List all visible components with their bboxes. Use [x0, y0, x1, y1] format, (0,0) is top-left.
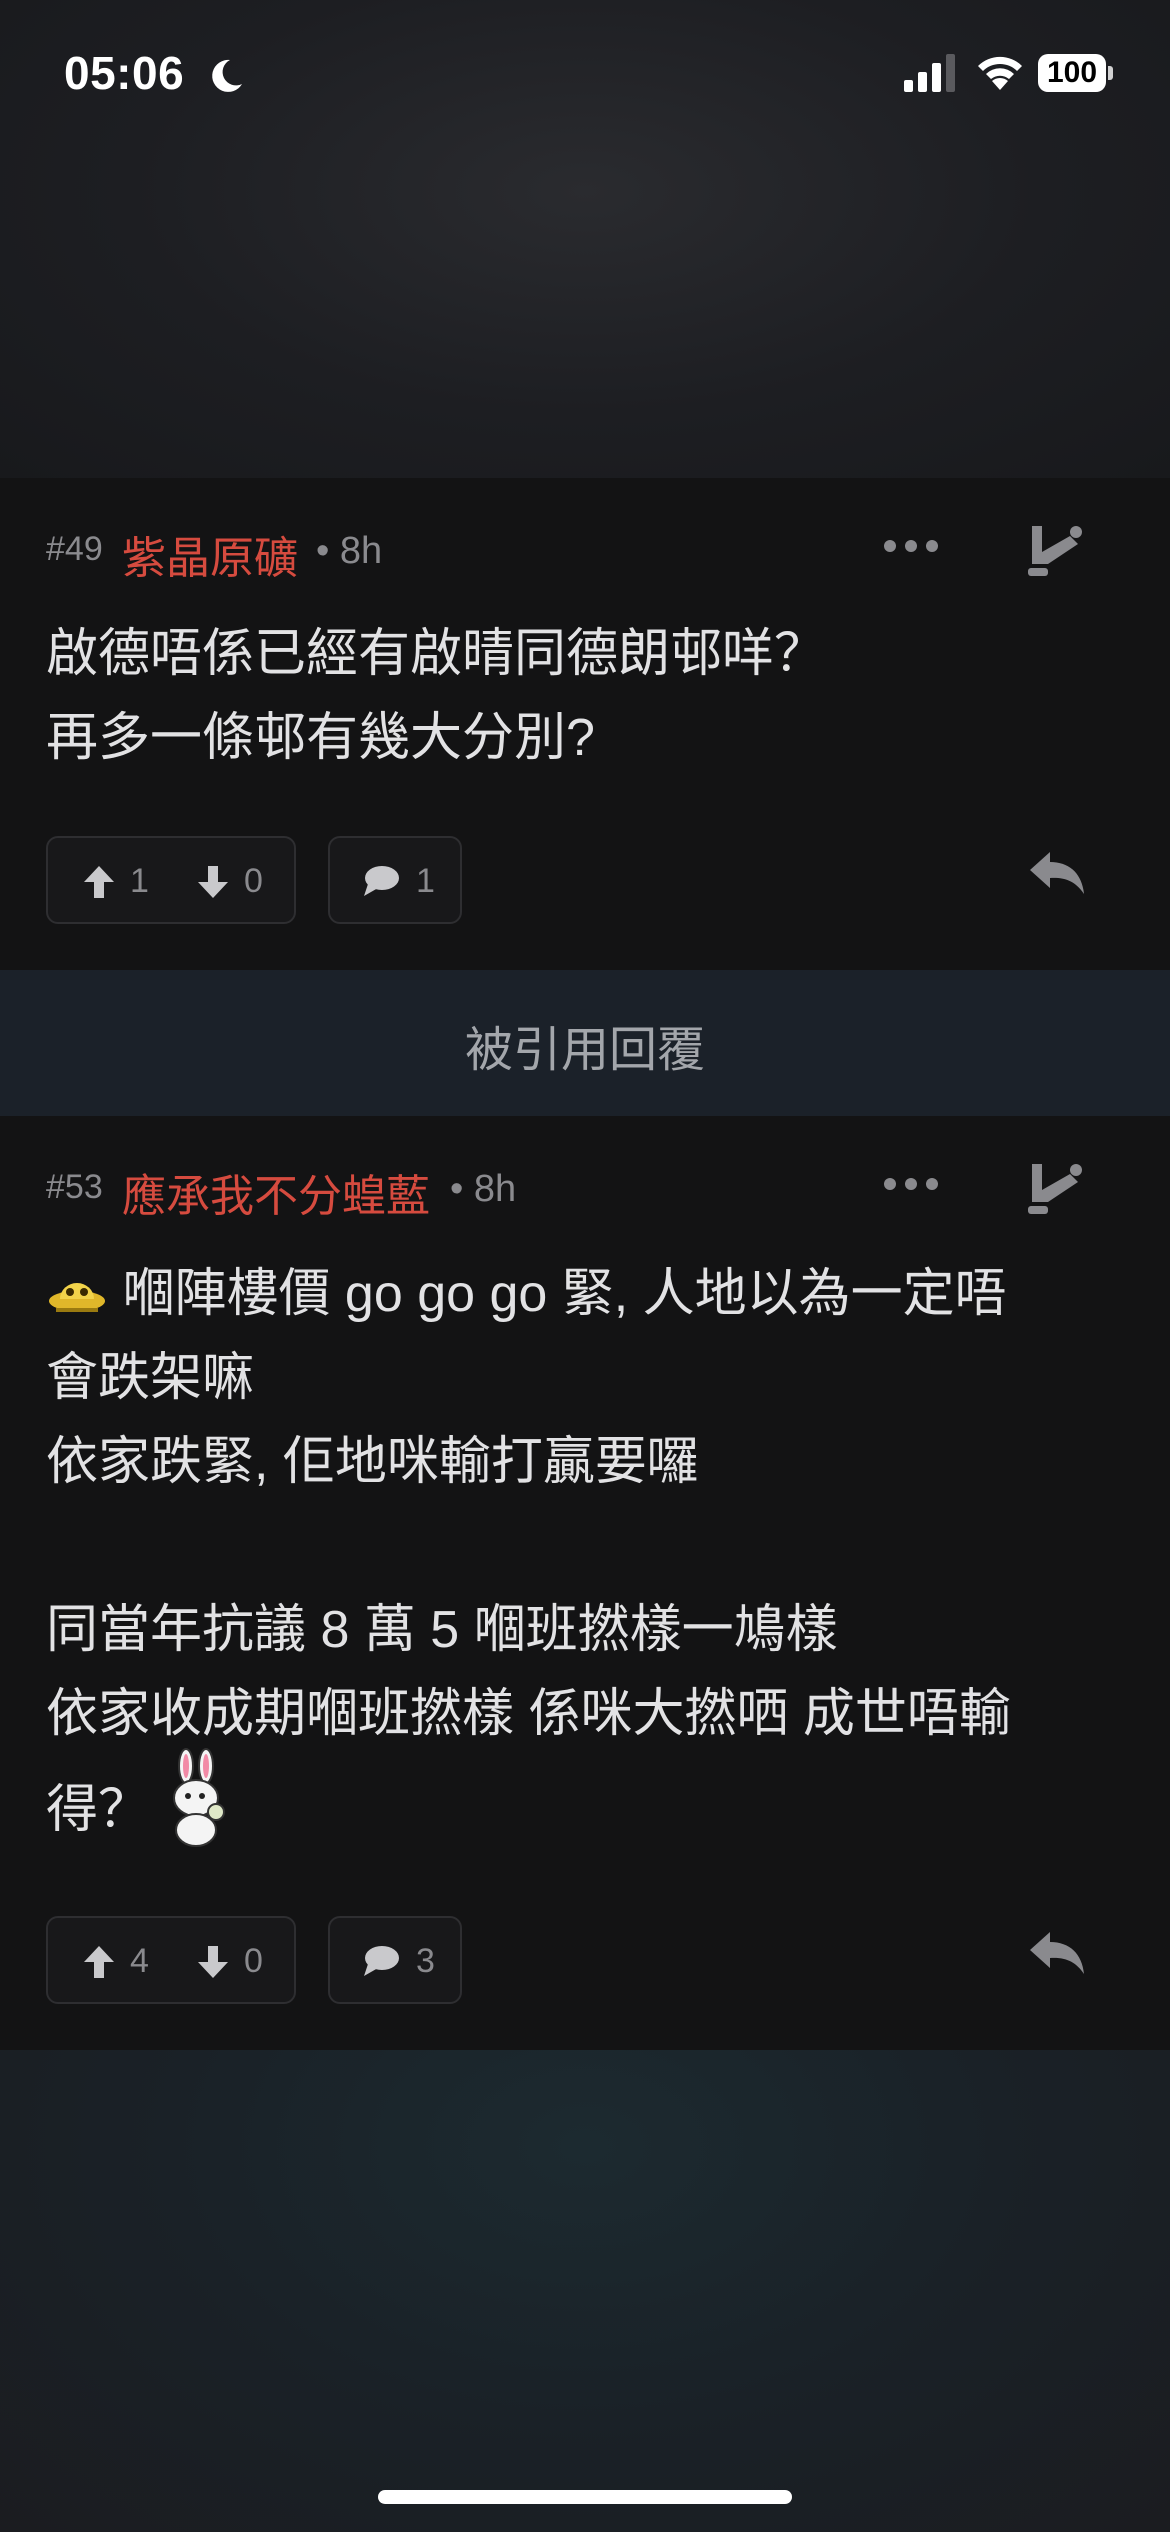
post-header: #49 紫晶原礦 • 8h [46, 522, 1126, 583]
post-line: 會跌架嘛 [46, 1349, 255, 1407]
downvote-icon[interactable] [196, 864, 230, 900]
post-line-with-sticker: 得？ [46, 1748, 1126, 1852]
wifi-icon [978, 56, 1022, 90]
post-number: #53 [46, 1168, 103, 1206]
post-number: #49 [46, 530, 103, 568]
post-author[interactable]: 紫晶原礦 [122, 522, 298, 586]
post-time: • 8h [450, 1168, 517, 1210]
reply-icon[interactable] [1028, 850, 1086, 896]
quoted-replies-label: 被引用回覆 [464, 1024, 705, 1077]
upvote-icon[interactable] [82, 1944, 116, 1980]
post-line: 啟德唔係已經有啟晴同德朗邨咩？ [46, 625, 827, 683]
post-body: 啟德唔係已經有啟晴同德朗邨咩？ 再多一條邨有幾大分別? [46, 612, 1126, 780]
post-line-with-emoji: 嗰陣樓價 go go go 緊, 人地以為一定唔 [46, 1252, 1126, 1336]
post-card: #53 應承我不分蝗藍 • 8h 嗰陣樓價 go go go 緊, 人地以為一定… [0, 1116, 1170, 2050]
downvote-count: 0 [244, 862, 263, 900]
post-author[interactable]: 應承我不分蝗藍 [122, 1160, 430, 1224]
rabbit-sticker [173, 1748, 226, 1848]
vote-box: 4 0 [46, 1916, 296, 2004]
upvote-count: 1 [130, 862, 149, 900]
screen: 05:06 100 #49 紫晶原礦 • 8h 啟德唔係已經有啟晴同德朗邨咩？ … [0, 0, 1170, 2532]
moon-icon [212, 59, 242, 92]
post-card: #49 紫晶原礦 • 8h 啟德唔係已經有啟晴同德朗邨咩？ 再多一條邨有幾大分別… [0, 478, 1170, 970]
comment-button[interactable]: 3 [328, 1916, 462, 2004]
post-line: 嗰陣樓價 go go go 緊, 人地以為一定唔 [122, 1265, 1007, 1323]
quoted-replies-divider[interactable]: 被引用回覆 [0, 970, 1170, 1116]
bottom-background [0, 2050, 1170, 2532]
downvote-count: 0 [244, 1942, 263, 1980]
status-time: 05:06 [64, 47, 185, 99]
ufo-emoji [49, 1283, 105, 1313]
post-actions: 1 0 1 [46, 836, 1126, 926]
post-body: 嗰陣樓價 go go go 緊, 人地以為一定唔 會跌架嘛 依家跌緊, 佢地咪輸… [46, 1252, 1126, 1852]
battery-level: 100 [1038, 54, 1106, 92]
comment-count: 3 [416, 1942, 435, 1980]
reply-icon[interactable] [1028, 1930, 1086, 1976]
comment-button[interactable]: 1 [328, 836, 462, 924]
downvote-icon[interactable] [196, 1944, 230, 1980]
more-icon[interactable] [882, 536, 940, 556]
home-indicator[interactable] [378, 2490, 792, 2504]
comment-count: 1 [416, 862, 435, 900]
status-bar: 05:06 100 [0, 0, 1170, 150]
quote-jump-icon[interactable] [1024, 1160, 1086, 1218]
comment-icon [364, 866, 399, 896]
vote-box: 1 0 [46, 836, 296, 924]
upvote-count: 4 [130, 1942, 149, 1980]
quote-jump-icon[interactable] [1024, 522, 1086, 580]
signal-icon [904, 54, 955, 92]
post-actions: 4 0 3 [46, 1916, 1126, 2006]
battery-tip [1108, 66, 1113, 80]
post-line: 依家收成期嗰班撚樣 係咪大撚哂 成世唔輸 [46, 1685, 1011, 1743]
post-line: 再多一條邨有幾大分別? [46, 709, 595, 767]
post-line: 依家跌緊, 佢地咪輸打贏要囉 [46, 1433, 699, 1491]
post-line-blank [46, 1504, 1126, 1588]
comment-icon [364, 1946, 399, 1976]
post-time: • 8h [316, 530, 383, 572]
post-line: 同當年抗議 8 萬 5 嗰班撚樣一鳩樣 [46, 1601, 838, 1659]
upvote-icon[interactable] [82, 864, 116, 900]
more-icon[interactable] [882, 1174, 940, 1194]
post-line: 得？ [46, 1781, 151, 1839]
post-header: #53 應承我不分蝗藍 • 8h [46, 1160, 1126, 1221]
battery-indicator: 100 [1038, 54, 1113, 92]
